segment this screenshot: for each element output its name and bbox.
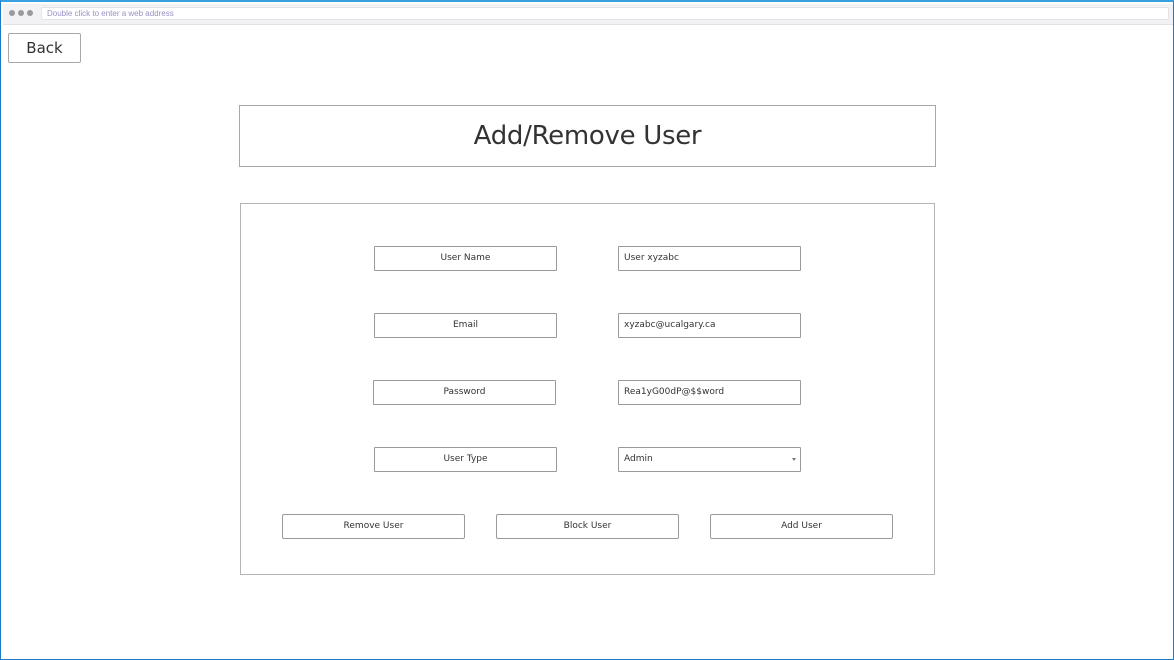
title-box: Add/Remove User	[239, 105, 936, 167]
browser-toolbar: Double click to enter a web address	[3, 4, 1173, 25]
user-name-label: User Name	[374, 246, 557, 271]
window-controls	[9, 10, 33, 16]
add-user-button[interactable]: Add User	[710, 514, 893, 539]
remove-user-button[interactable]: Remove User	[282, 514, 465, 539]
user-type-label: User Type	[374, 447, 557, 472]
user-type-selected-value: Admin	[624, 454, 653, 464]
window-dot-icon[interactable]	[18, 10, 24, 16]
email-input[interactable]: xyzabc@ucalgary.ca	[618, 313, 801, 338]
window-dot-icon[interactable]	[27, 10, 33, 16]
block-user-button[interactable]: Block User	[496, 514, 679, 539]
window-dot-icon[interactable]	[9, 10, 15, 16]
page-title: Add/Remove User	[473, 121, 702, 151]
back-button[interactable]: Back	[8, 33, 81, 63]
password-label: Password	[373, 380, 556, 405]
user-name-input[interactable]: User xyzabc	[618, 246, 801, 271]
email-label: Email	[374, 313, 557, 338]
password-input[interactable]: Rea1yG00dP@$$word	[618, 380, 801, 405]
browser-window: Double click to enter a web address Back…	[0, 0, 1174, 660]
user-form-panel: User Name User xyzabc Email xyzabc@ucalg…	[240, 203, 935, 575]
user-type-select[interactable]: Admin	[618, 447, 801, 472]
dropdown-arrow-icon[interactable]	[792, 458, 796, 461]
address-bar[interactable]: Double click to enter a web address	[41, 7, 1169, 20]
